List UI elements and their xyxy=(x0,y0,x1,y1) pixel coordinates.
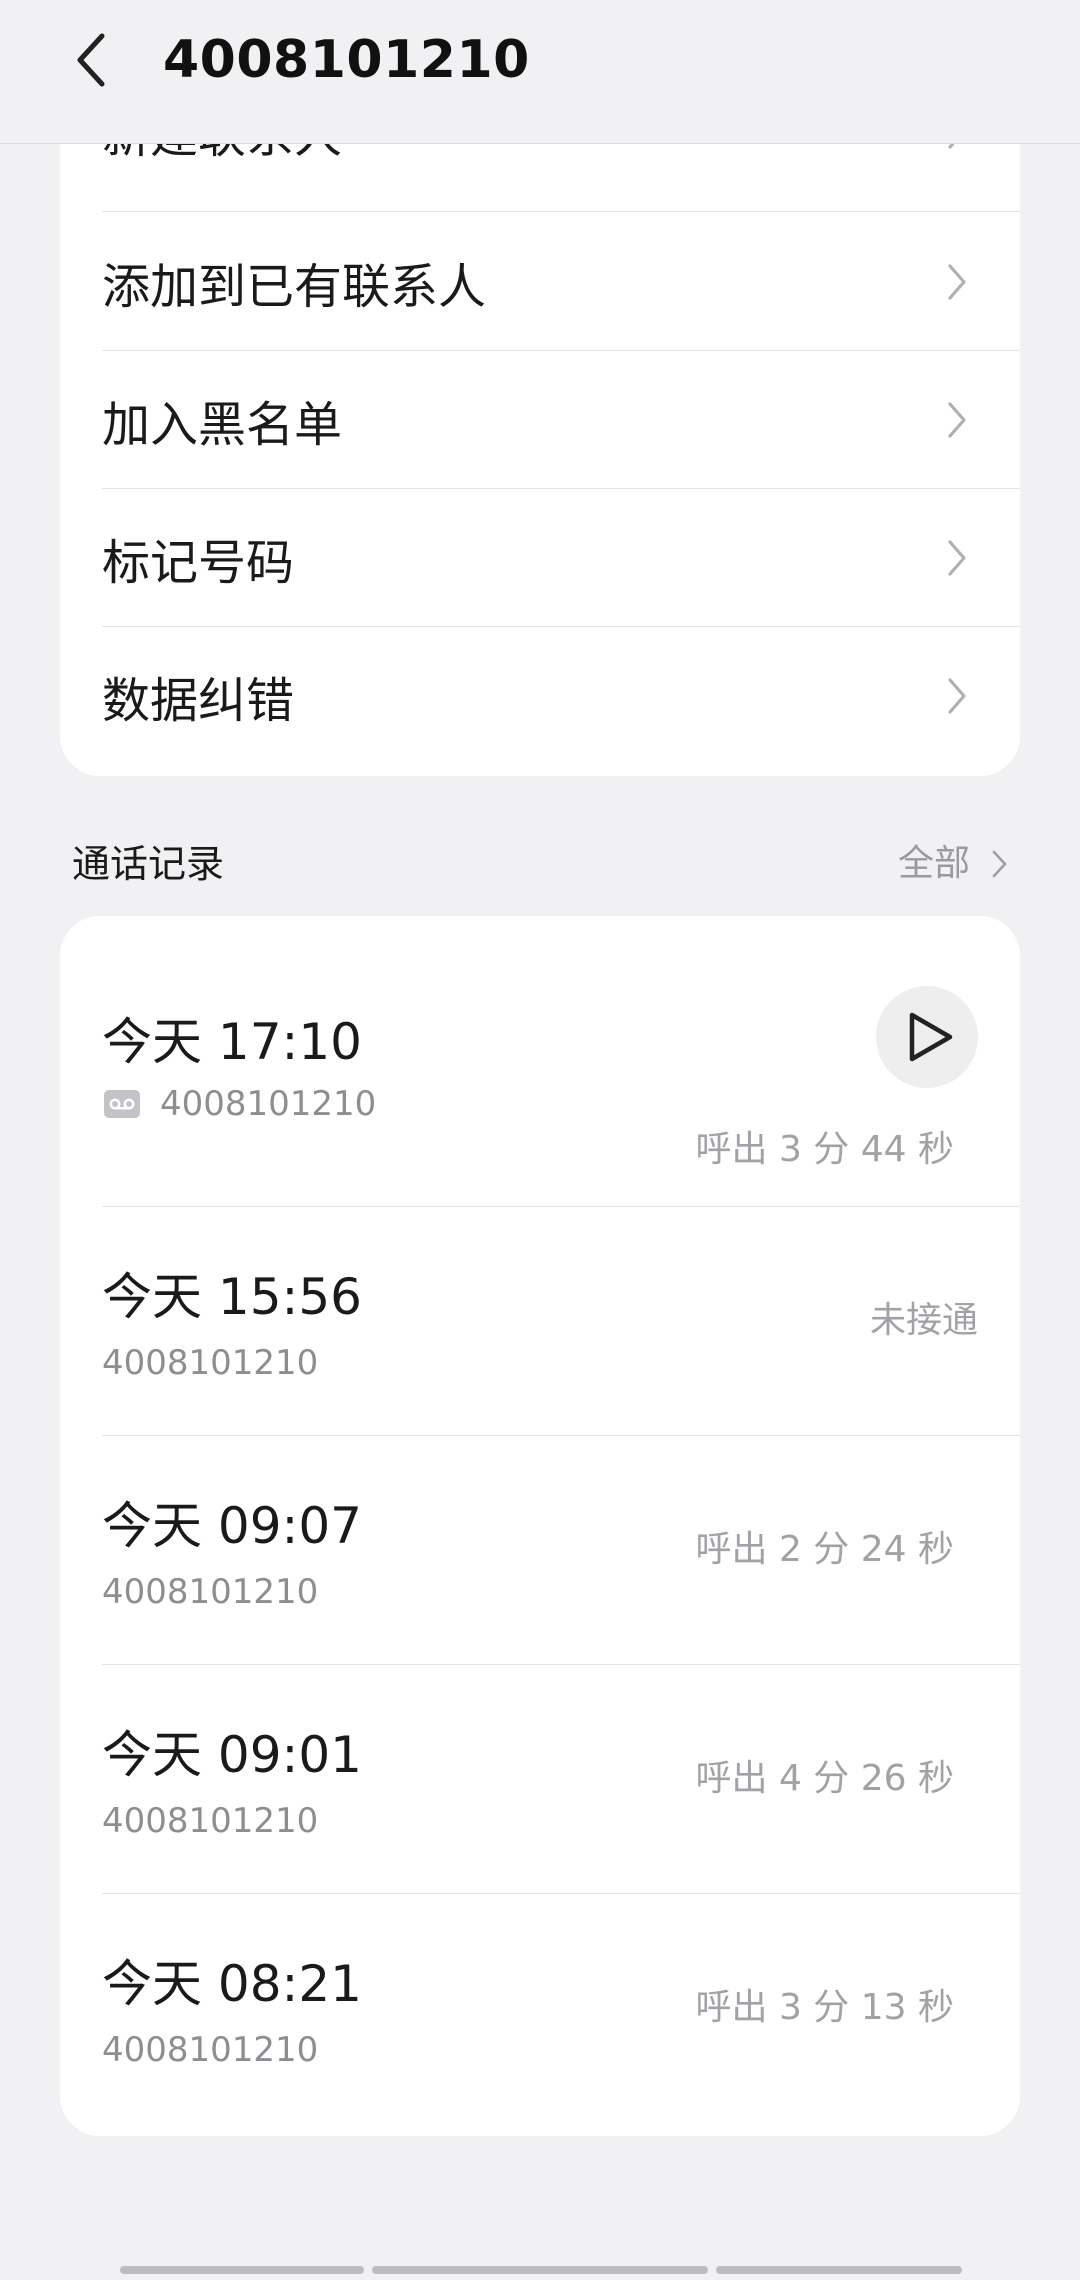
action-mark-number[interactable]: 标记号码 xyxy=(102,489,1020,627)
contact-actions-card: 新建联系人 添加到已有联系人 加入黑名单 标记号码 xyxy=(60,70,1020,776)
call-detail-page: 新建联系人 添加到已有联系人 加入黑名单 标记号码 xyxy=(0,0,1080,2280)
page-title: 4008101210 xyxy=(163,30,530,90)
action-add-to-existing-contact[interactable]: 添加到已有联系人 xyxy=(102,213,1020,351)
back-button[interactable] xyxy=(60,26,120,94)
call-time: 今天 09:07 xyxy=(102,1497,362,1555)
call-status: 呼出 3 分 44 秒 xyxy=(695,1129,955,1170)
call-status: 呼出 4 分 26 秒 xyxy=(695,1758,955,1799)
top-app-bar: 4008101210 xyxy=(0,0,1080,144)
gesture-indicator xyxy=(120,2266,364,2274)
call-number: 4008101210 xyxy=(102,1801,319,1841)
call-log-item[interactable]: 今天 09:07 4008101210 呼出 2 分 24 秒 xyxy=(60,1436,1020,1664)
view-all-calls-link[interactable]: 全部 xyxy=(898,838,1008,890)
gesture-indicator xyxy=(716,2266,962,2274)
call-log-item[interactable]: 今天 17:10 4008101210 呼出 3 分 44 秒 xyxy=(60,916,1020,1206)
view-all-label: 全部 xyxy=(897,843,970,884)
action-label: 标记号码 xyxy=(102,535,295,591)
call-status: 未接通 xyxy=(869,1300,978,1341)
play-recording-button[interactable] xyxy=(876,986,978,1088)
chevron-right-icon xyxy=(932,533,982,583)
divider xyxy=(102,211,1020,212)
call-number: 4008101210 xyxy=(102,1343,319,1383)
call-time: 今天 17:10 xyxy=(102,1013,362,1071)
call-log-item[interactable]: 今天 09:01 4008101210 呼出 4 分 26 秒 xyxy=(60,1665,1020,1893)
gesture-indicator xyxy=(372,2266,708,2274)
chevron-right-icon xyxy=(932,671,982,721)
chevron-right-icon xyxy=(932,257,982,307)
chevron-left-icon xyxy=(77,33,105,87)
call-log-section-title: 通话记录 xyxy=(72,842,225,886)
call-time: 今天 09:01 xyxy=(102,1726,362,1784)
call-log-card: 今天 17:10 4008101210 呼出 3 分 44 秒 今天 15:56… xyxy=(60,916,1020,2136)
call-number: 4008101210 xyxy=(102,2030,319,2070)
call-status: 呼出 3 分 13 秒 xyxy=(695,1987,955,2028)
chevron-right-icon xyxy=(932,395,982,445)
action-label: 添加到已有联系人 xyxy=(102,259,487,315)
action-add-to-blacklist[interactable]: 加入黑名单 xyxy=(102,351,1020,489)
call-log-item[interactable]: 今天 15:56 4008101210 未接通 xyxy=(60,1207,1020,1435)
call-log-item[interactable]: 今天 08:21 4008101210 呼出 3 分 13 秒 xyxy=(60,1894,1020,2136)
action-label: 加入黑名单 xyxy=(102,397,343,453)
voicemail-icon xyxy=(104,1090,140,1118)
call-status: 呼出 2 分 24 秒 xyxy=(695,1529,955,1570)
call-time: 今天 15:56 xyxy=(102,1268,362,1326)
chevron-right-icon xyxy=(992,850,1007,878)
action-data-correction[interactable]: 数据纠错 xyxy=(102,627,1020,765)
call-time: 今天 08:21 xyxy=(102,1955,362,2013)
action-label: 数据纠错 xyxy=(102,673,295,729)
call-number: 4008101210 xyxy=(102,1572,319,1612)
call-number: 4008101210 xyxy=(160,1084,377,1124)
play-icon xyxy=(909,1012,953,1062)
